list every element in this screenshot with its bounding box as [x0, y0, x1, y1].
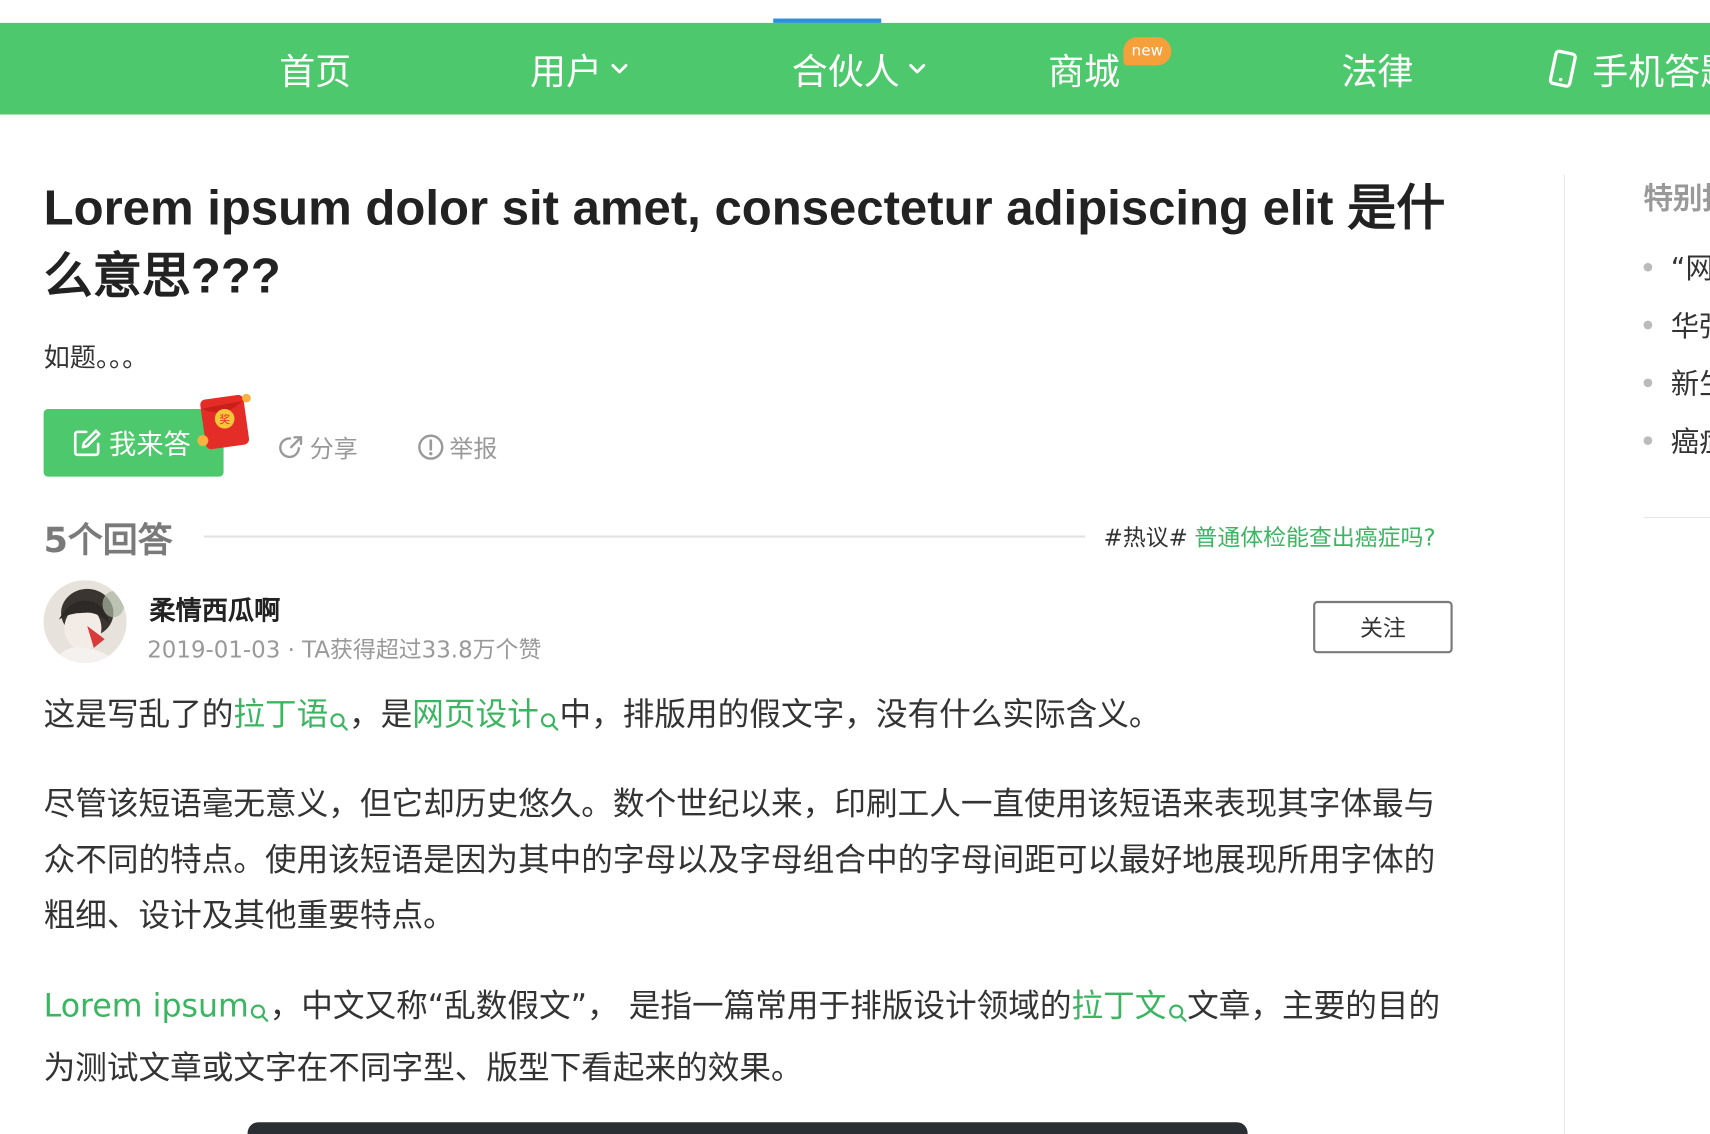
keyword-link[interactable]: 拉丁语	[233, 696, 349, 733]
warning-icon	[417, 433, 445, 461]
share-button[interactable]: 分享	[277, 430, 358, 465]
avatar[interactable]	[43, 580, 127, 664]
search-icon	[1167, 985, 1187, 1041]
share-label: 分享	[309, 436, 358, 464]
chevron-down-icon	[908, 62, 926, 75]
sidebar-divider	[1643, 516, 1710, 519]
keyword-link[interactable]: Lorem ipsum	[44, 987, 270, 1024]
share-icon	[277, 433, 305, 461]
answer-paragraph-3: Lorem ipsum ，中文又称“乱数假文”， 是指一篇常用于排版设计领域的拉丁…	[44, 978, 1462, 1096]
answer-text: ，是	[349, 695, 413, 733]
answer-paragraph-1: 这是写乱了的拉丁语 ，是网页设计 中，排版用的假文字，没有什么实际含义。	[44, 687, 1462, 749]
chevron-down-icon	[611, 62, 628, 75]
answer-paragraph-2: 尽管该短语毫无意义，但它却历史悠久。数个世纪以来，印刷工人一直使用该短语来表现其…	[43, 785, 1436, 934]
answer-text: ，中文又称“乱数假文”， 是指一篇常用于排版设计领域的	[269, 986, 1072, 1025]
nav-item-label: 法律	[1341, 50, 1414, 93]
sidebar-item[interactable]: 华强	[1643, 304, 1710, 344]
sidebar-divider	[1563, 174, 1566, 1134]
hot-topic: #热议# 普通体检能查出癌症吗?	[1104, 520, 1436, 553]
keyword-link[interactable]: 拉丁文	[1071, 987, 1187, 1024]
hot-topic-tag: #热议#	[1103, 524, 1188, 551]
nav-item-users[interactable]: 用户	[530, 23, 628, 115]
bullet	[1643, 377, 1653, 387]
nav-item-law[interactable]: 法律	[1341, 23, 1413, 115]
red-envelope-char: 奖	[219, 412, 230, 426]
search-icon	[540, 694, 560, 750]
answer-text: 中，排版用的假文字，没有什么实际含义。	[559, 695, 1161, 733]
red-envelope-icon: 奖	[194, 390, 253, 451]
nav-item-label: 手机答题	[1592, 50, 1710, 93]
bullet	[1643, 435, 1653, 445]
follow-button[interactable]: 关注	[1313, 600, 1453, 654]
sidebar-item-label: 癌症	[1670, 426, 1710, 460]
username[interactable]: 柔情西瓜啊	[149, 589, 280, 627]
sidebar-title: 特别推荐	[1643, 182, 1710, 216]
bullet	[1643, 262, 1653, 272]
nav-item-shop[interactable]: 商城	[1048, 23, 1120, 115]
phone-icon	[1546, 49, 1579, 88]
page: 首页 用户 合伙人 商城 new 法律 手机答题 Lorem ipsum dol…	[0, 0, 1710, 1134]
new-badge: new	[1123, 37, 1172, 66]
keyword-link[interactable]: 网页设计	[412, 696, 559, 733]
embedded-media[interactable]	[247, 1122, 1248, 1134]
nav-item-label: 用户	[530, 50, 603, 93]
question-description: 如题。。。	[43, 342, 149, 373]
answer-text: 这是写乱了的	[43, 695, 234, 733]
answer-button-label: 我来答	[109, 428, 191, 461]
section-divider	[203, 535, 1086, 538]
nav-item-label: 首页	[279, 50, 352, 93]
answers-count: 5个回答	[43, 519, 173, 561]
question-title: Lorem ipsum dolor sit amet, consectetur …	[43, 179, 1446, 304]
nav-item-home[interactable]: 首页	[279, 23, 351, 115]
sidebar-item-label: “网	[1670, 253, 1710, 286]
sidebar-item-label: 新生	[1670, 368, 1710, 402]
report-label: 举报	[449, 436, 498, 464]
report-button[interactable]: 举报	[417, 430, 498, 465]
sidebar-item-label: 华强	[1670, 310, 1710, 344]
nav-item-partners[interactable]: 合伙人	[792, 23, 926, 115]
hot-topic-link[interactable]: 普通体检能查出癌症吗?	[1194, 525, 1435, 551]
bullet	[1643, 320, 1653, 329]
sidebar-item[interactable]: 癌症	[1643, 420, 1710, 460]
sidebar-item[interactable]: 新生	[1643, 362, 1710, 402]
answer-meta: 2019-01-03 · TA获得超过33.8万个赞	[147, 636, 542, 664]
sidebar-item[interactable]: “网	[1643, 246, 1710, 286]
search-icon	[250, 985, 270, 1041]
nav-item-label: 合伙人	[791, 50, 900, 93]
nav-item-label: 商城	[1048, 50, 1121, 93]
edit-icon	[72, 428, 103, 459]
search-icon	[329, 694, 349, 750]
nav-item-mobile[interactable]: 手机答题	[1546, 23, 1710, 115]
